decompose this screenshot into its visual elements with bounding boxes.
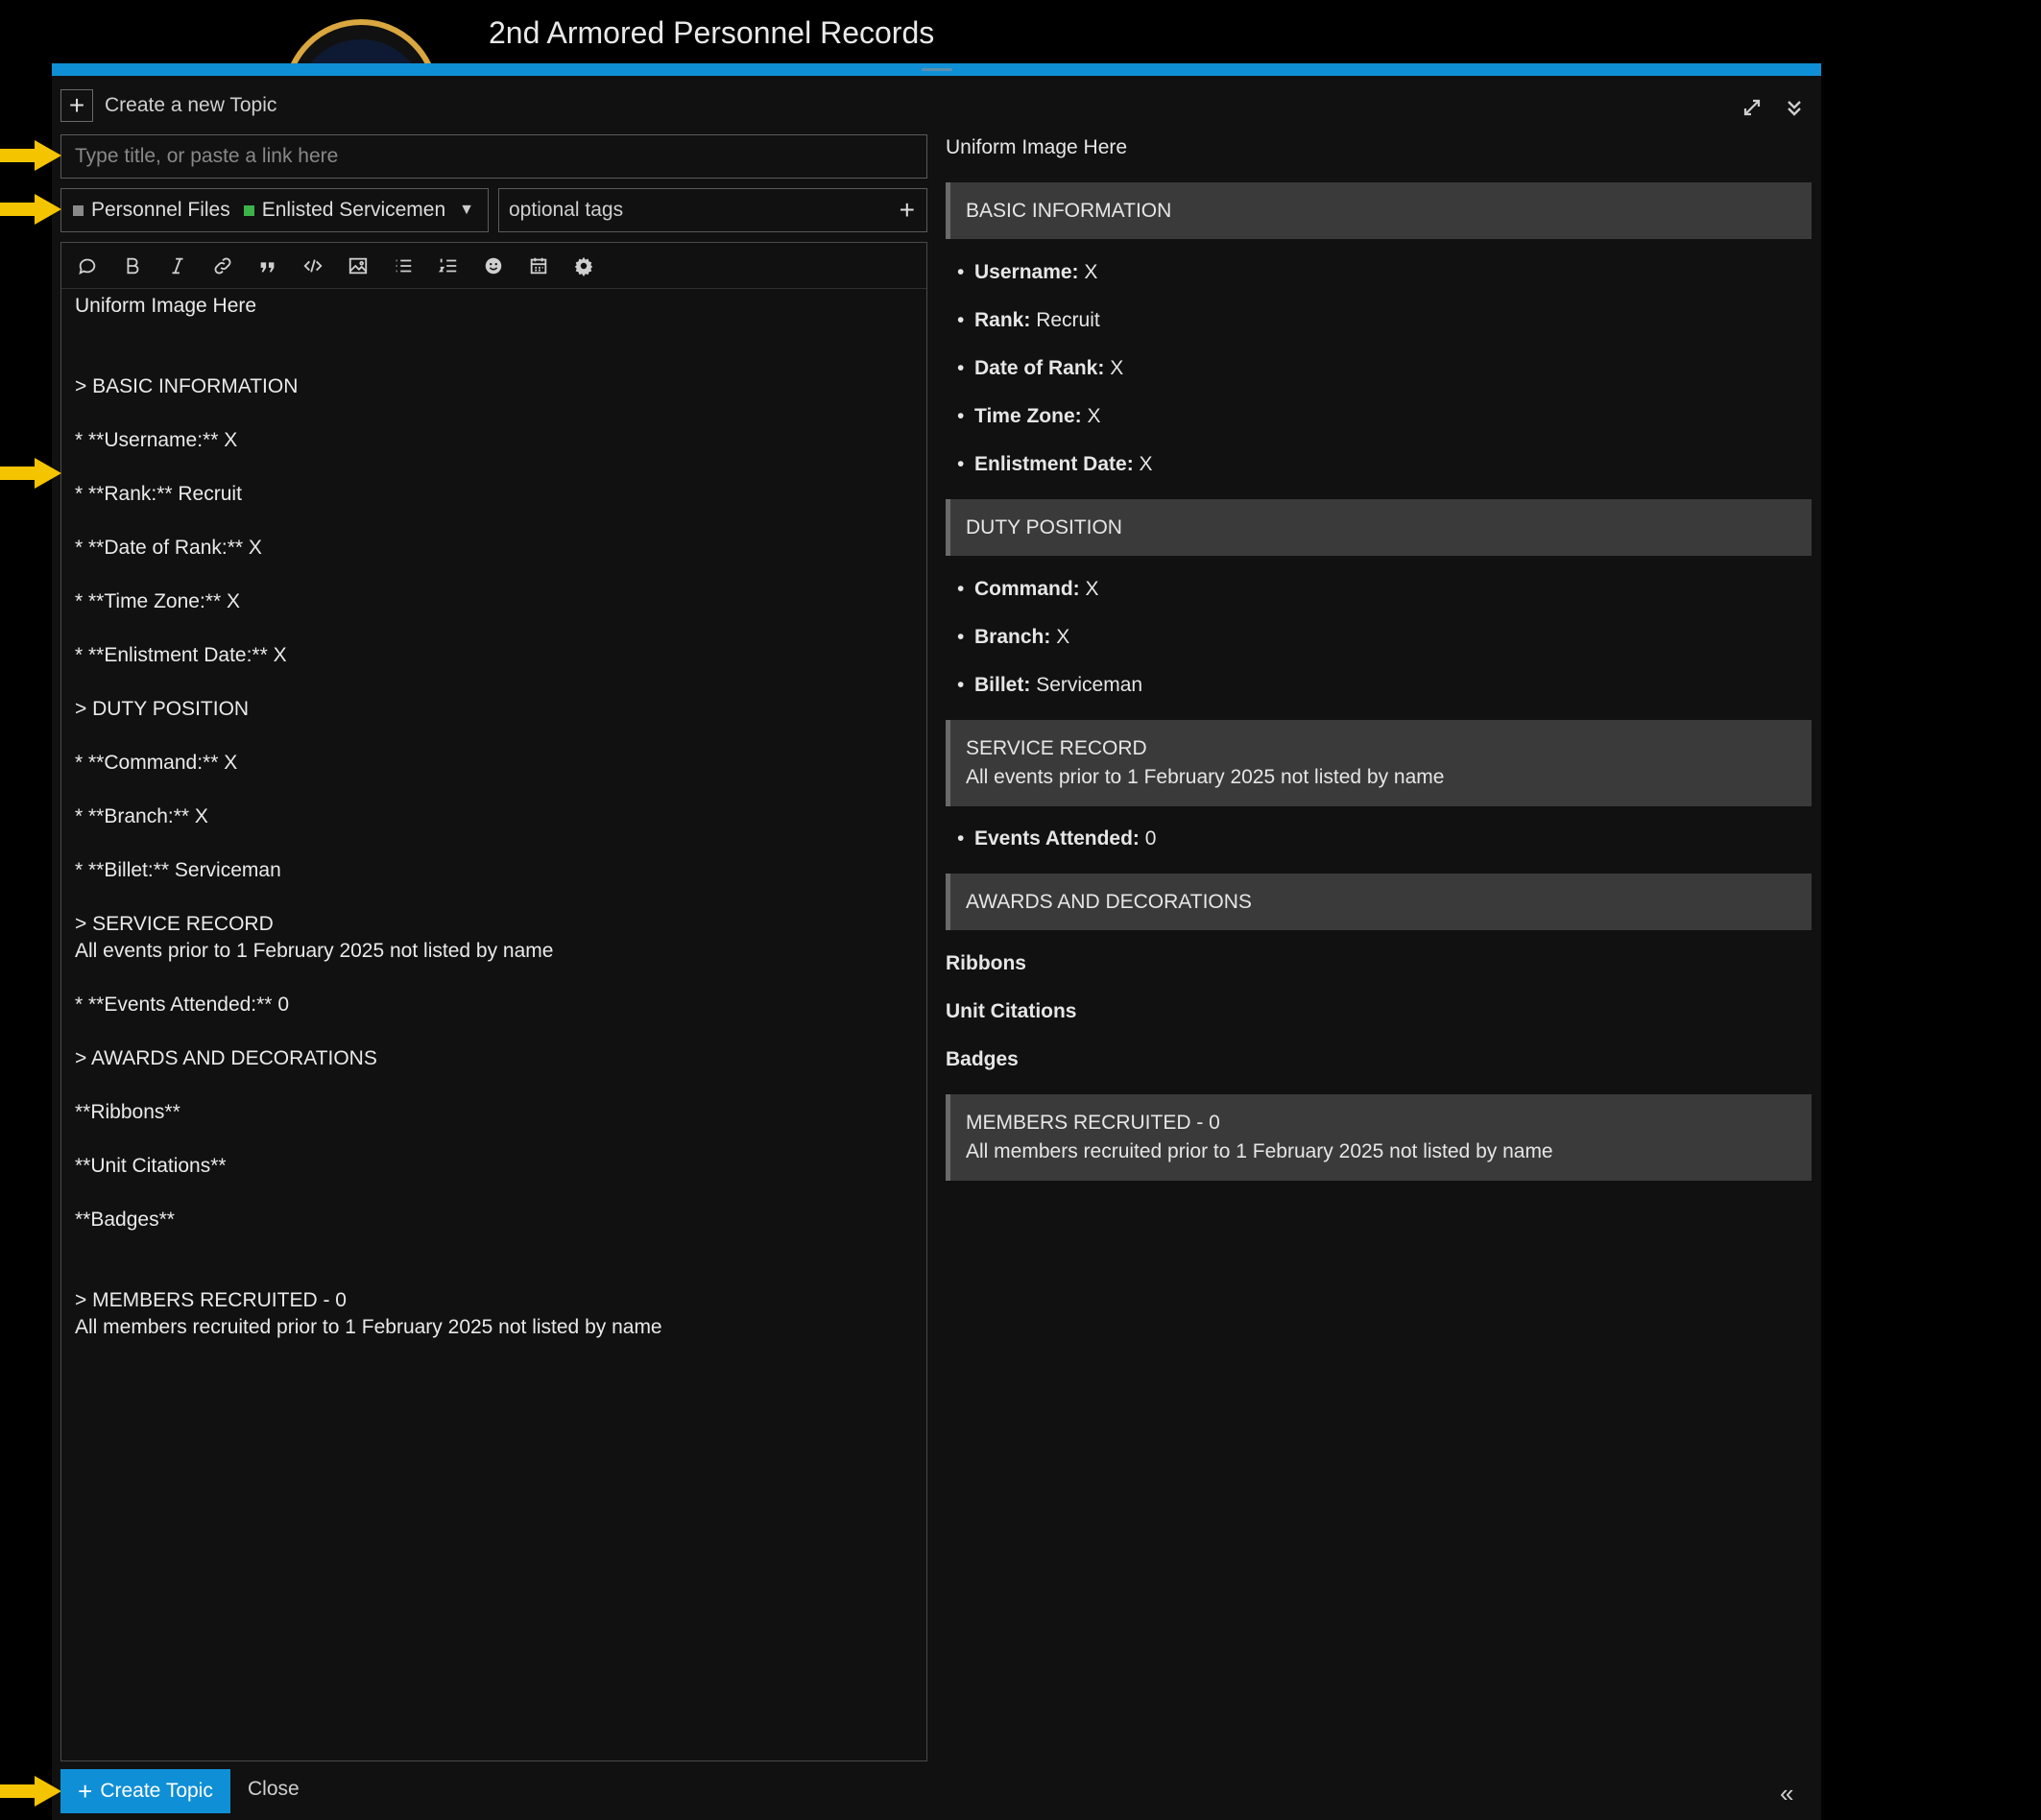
emoji-icon[interactable]: [477, 250, 510, 282]
quote-icon[interactable]: [71, 250, 104, 282]
child-category-label: Enlisted Servicemen: [261, 199, 446, 221]
preview-list-item: Command: X: [957, 578, 1098, 601]
award-section-unit-citations: Unit Citations: [946, 1000, 1077, 1022]
close-button[interactable]: Close: [248, 1778, 300, 1801]
composer-action[interactable]: + Create a new Topic: [60, 88, 276, 123]
preview-list-item: Rank: Recruit: [957, 309, 1100, 332]
award-section-ribbons: Ribbons: [946, 952, 1026, 974]
title-field[interactable]: [60, 134, 927, 179]
preview-section-header: MEMBERS RECRUITED - 0 All members recrui…: [946, 1094, 1812, 1181]
expand-icon[interactable]: [1737, 92, 1767, 123]
preview-list-item: Username: X: [957, 261, 1097, 284]
right-gutter: [1821, 76, 2041, 1820]
plus-icon: +: [60, 89, 93, 122]
parent-category-color-icon: [73, 204, 84, 216]
blockquote-icon[interactable]: [252, 250, 284, 282]
child-category-color-icon: [243, 204, 254, 216]
members-recruited-note: All members recruited prior to 1 Februar…: [966, 1140, 1553, 1162]
preview-list-item: Enlistment Date: X: [957, 453, 1153, 476]
category-selector[interactable]: Personnel Files Enlisted Servicemen ▼: [60, 188, 489, 232]
service-record-title: SERVICE RECORD: [966, 737, 1147, 759]
resize-grip[interactable]: [922, 68, 952, 71]
preview-section-header: AWARDS AND DECORATIONS: [946, 874, 1812, 930]
preview-list-item: Events Attended: 0: [957, 827, 1156, 850]
plus-icon: +: [78, 1776, 93, 1806]
preview-list-item: Branch: X: [957, 626, 1069, 649]
bullet-list-icon[interactable]: [387, 250, 420, 282]
gear-icon[interactable]: [567, 250, 600, 282]
members-recruited-title: MEMBERS RECRUITED - 0: [966, 1112, 1220, 1134]
numbered-list-icon[interactable]: [432, 250, 465, 282]
preview-intro: Uniform Image Here: [946, 136, 1128, 158]
add-tag-icon[interactable]: +: [900, 195, 915, 226]
editor-toolbar: [61, 243, 926, 289]
award-section-badges: Badges: [946, 1048, 1019, 1070]
collapse-preview-icon[interactable]: «: [1780, 1779, 1793, 1808]
tags-placeholder: optional tags: [509, 199, 624, 221]
site-title: 2nd Armored Personnel Records: [489, 15, 935, 50]
chevron-down-icon: ▼: [459, 202, 474, 218]
create-topic-label: Create Topic: [100, 1780, 213, 1802]
preview-list-item: Time Zone: X: [957, 405, 1101, 428]
preview-section-header: DUTY POSITION: [946, 499, 1812, 556]
composer-action-label: Create a new Topic: [105, 94, 277, 116]
parent-category-label: Personnel Files: [91, 199, 230, 221]
annotation-arrow-icon: [0, 458, 61, 489]
service-record-note: All events prior to 1 February 2025 not …: [966, 766, 1445, 788]
preview-list-item: Billet: Serviceman: [957, 674, 1142, 697]
preview-section-header: SERVICE RECORD All events prior to 1 Feb…: [946, 720, 1812, 806]
tags-input[interactable]: optional tags +: [498, 188, 927, 232]
preview-section-header: BASIC INFORMATION: [946, 182, 1812, 239]
collapse-down-icon[interactable]: [1779, 92, 1810, 123]
annotation-arrow-icon: [0, 140, 61, 171]
image-icon[interactable]: [342, 250, 374, 282]
create-topic-button[interactable]: + Create Topic: [60, 1769, 230, 1813]
editor-textarea[interactable]: Uniform Image Here > BASIC INFORMATION *…: [75, 293, 917, 1341]
bold-icon[interactable]: [116, 250, 149, 282]
title-input[interactable]: [75, 145, 926, 168]
preview-list-item: Date of Rank: X: [957, 357, 1123, 380]
italic-icon[interactable]: [161, 250, 194, 282]
code-icon[interactable]: [297, 250, 329, 282]
link-icon[interactable]: [206, 250, 239, 282]
calendar-icon[interactable]: [522, 250, 555, 282]
site-logo: [269, 0, 461, 63]
editor[interactable]: Uniform Image Here > BASIC INFORMATION *…: [60, 242, 927, 1761]
annotation-arrow-icon: [0, 1776, 61, 1807]
annotation-arrow-icon: [0, 194, 61, 225]
